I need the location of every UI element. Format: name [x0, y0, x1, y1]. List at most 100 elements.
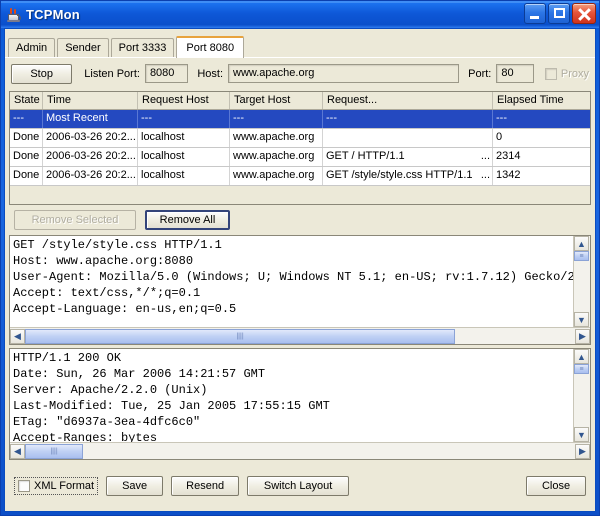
tcpmon-window: TCPMon Admin Sender Port 3333 Port 8080 …: [0, 0, 600, 516]
scroll-right-arrow-icon[interactable]: ▶: [575, 329, 590, 344]
cell-request-host: localhost: [138, 148, 230, 166]
cell-elapsed-time: 1342: [493, 167, 590, 185]
scrollbar-grip-icon: ≡: [579, 366, 583, 373]
scroll-up-arrow-icon[interactable]: ▲: [574, 349, 589, 364]
request-vscroll-thumb[interactable]: ≡: [574, 251, 589, 261]
scrollbar-grip-icon: ≡: [579, 253, 583, 260]
save-button[interactable]: Save: [106, 476, 163, 496]
host-input[interactable]: www.apache.org: [228, 64, 459, 83]
stop-button[interactable]: Stop: [11, 64, 72, 84]
port-label: Port:: [468, 68, 491, 80]
table-header-row: State Time Request Host Target Host Requ…: [10, 92, 590, 110]
connections-table: State Time Request Host Target Host Requ…: [9, 91, 591, 205]
cell-state: Done: [10, 148, 43, 166]
xml-format-checkbox-group[interactable]: XML Format: [14, 477, 98, 495]
response-textarea[interactable]: HTTP/1.1 200 OK Date: Sun, 26 Mar 2006 1…: [10, 349, 573, 442]
cell-time: 2006-03-26 20:2...: [43, 129, 138, 147]
request-horizontal-scrollbar[interactable]: ◀ |||| ▶: [10, 327, 590, 344]
tab-strip: Admin Sender Port 3333 Port 8080: [5, 29, 595, 57]
cell-target-host: www.apache.org: [230, 167, 323, 185]
xml-format-checkbox[interactable]: [18, 480, 30, 492]
cell-request-host: ---: [138, 110, 230, 128]
request-textarea[interactable]: GET /style/style.css HTTP/1.1 Host: www.…: [10, 236, 573, 327]
listen-port-input[interactable]: 8080: [145, 64, 188, 83]
window-controls: [524, 3, 596, 24]
cell-request: GET / HTTP/1.1...: [323, 148, 493, 166]
close-button[interactable]: Close: [526, 476, 586, 496]
cell-request-host: localhost: [138, 129, 230, 147]
scrollbar-grip-icon: ||||: [50, 448, 57, 455]
listen-port-label: Listen Port:: [84, 68, 140, 80]
cell-request-text: GET / HTTP/1.1: [326, 150, 405, 162]
response-vscroll-track[interactable]: ≡: [574, 364, 590, 427]
list-actions-row: Remove Selected Remove All: [5, 205, 595, 235]
cell-target-host: www.apache.org: [230, 148, 323, 166]
cell-request: GET /style/style.css HTTP/1.1...: [323, 167, 493, 185]
cell-time: Most Recent: [43, 110, 138, 128]
table-row[interactable]: Done 2006-03-26 20:2... localhost www.ap…: [10, 148, 590, 167]
response-vscroll-thumb[interactable]: ≡: [574, 364, 589, 374]
cell-state: Done: [10, 167, 43, 185]
request-hscroll-thumb[interactable]: ||||: [25, 329, 455, 344]
column-header-request-host[interactable]: Request Host: [138, 92, 230, 109]
cell-request-host: localhost: [138, 167, 230, 185]
table-row[interactable]: Done 2006-03-26 20:2... localhost www.ap…: [10, 129, 590, 148]
scroll-down-arrow-icon[interactable]: ▼: [574, 312, 589, 327]
window-title: TCPMon: [26, 7, 80, 22]
response-panel: HTTP/1.1 200 OK Date: Sun, 26 Mar 2006 1…: [9, 348, 591, 460]
request-vscroll-track[interactable]: ≡: [574, 251, 590, 312]
table-row[interactable]: Done 2006-03-26 20:2... localhost www.ap…: [10, 167, 590, 186]
cell-state: ---: [10, 110, 43, 128]
table-body: --- Most Recent --- --- --- --- Done 200…: [10, 110, 590, 204]
truncation-ellipsis: ...: [481, 167, 490, 184]
scrollbar-grip-icon: ||||: [236, 333, 243, 340]
remove-all-button[interactable]: Remove All: [145, 210, 230, 230]
cell-request: ---: [323, 110, 493, 128]
close-window-button[interactable]: [572, 3, 596, 24]
cell-target-host: ---: [230, 110, 323, 128]
response-vertical-scrollbar[interactable]: ▲ ≡ ▼: [573, 349, 590, 442]
connection-toolbar: Stop Listen Port: 8080 Host: www.apache.…: [5, 57, 595, 89]
java-coffee-cup-icon: [6, 7, 22, 23]
tab-sender[interactable]: Sender: [57, 38, 108, 57]
scroll-right-arrow-icon[interactable]: ▶: [575, 444, 590, 459]
cell-state: Done: [10, 129, 43, 147]
tab-port-8080[interactable]: Port 8080: [176, 36, 244, 58]
column-header-target-host[interactable]: Target Host: [230, 92, 323, 109]
cell-request-text: GET /style/style.css HTTP/1.1: [326, 169, 473, 181]
cell-time: 2006-03-26 20:2...: [43, 167, 138, 185]
column-header-state[interactable]: State: [10, 92, 43, 109]
host-label: Host:: [197, 68, 223, 80]
column-header-request[interactable]: Request...: [323, 92, 493, 109]
resend-button[interactable]: Resend: [171, 476, 239, 496]
bottom-action-bar: XML Format Save Resend Switch Layout Clo…: [5, 460, 595, 511]
table-row[interactable]: --- Most Recent --- --- --- ---: [10, 110, 590, 129]
column-header-elapsed-time[interactable]: Elapsed Time: [493, 92, 590, 109]
title-bar: TCPMon: [1, 1, 599, 28]
truncation-ellipsis: ...: [481, 148, 490, 165]
cell-time: 2006-03-26 20:2...: [43, 148, 138, 166]
scroll-left-arrow-icon[interactable]: ◀: [10, 444, 25, 459]
request-panel: GET /style/style.css HTTP/1.1 Host: www.…: [9, 235, 591, 345]
port-input[interactable]: 80: [496, 64, 534, 83]
scroll-up-arrow-icon[interactable]: ▲: [574, 236, 589, 251]
scroll-down-arrow-icon[interactable]: ▼: [574, 427, 589, 442]
minimize-button[interactable]: [524, 3, 546, 24]
request-hscroll-track[interactable]: ||||: [25, 329, 575, 344]
request-vertical-scrollbar[interactable]: ▲ ≡ ▼: [573, 236, 590, 327]
tab-admin[interactable]: Admin: [8, 38, 55, 57]
client-area: Admin Sender Port 3333 Port 8080 Stop Li…: [4, 28, 596, 512]
switch-layout-button[interactable]: Switch Layout: [247, 476, 349, 496]
cell-elapsed-time: ---: [493, 110, 590, 128]
scroll-left-arrow-icon[interactable]: ◀: [10, 329, 25, 344]
cell-target-host: www.apache.org: [230, 129, 323, 147]
response-horizontal-scrollbar[interactable]: ◀ |||| ▶: [10, 442, 590, 459]
proxy-label: Proxy: [561, 68, 589, 80]
proxy-checkbox: [545, 68, 557, 80]
xml-format-label: XML Format: [34, 480, 94, 492]
response-hscroll-track[interactable]: ||||: [25, 444, 575, 459]
column-header-time[interactable]: Time: [43, 92, 138, 109]
tab-port-3333[interactable]: Port 3333: [111, 38, 175, 57]
response-hscroll-thumb[interactable]: ||||: [25, 444, 83, 459]
maximize-button[interactable]: [548, 3, 570, 24]
